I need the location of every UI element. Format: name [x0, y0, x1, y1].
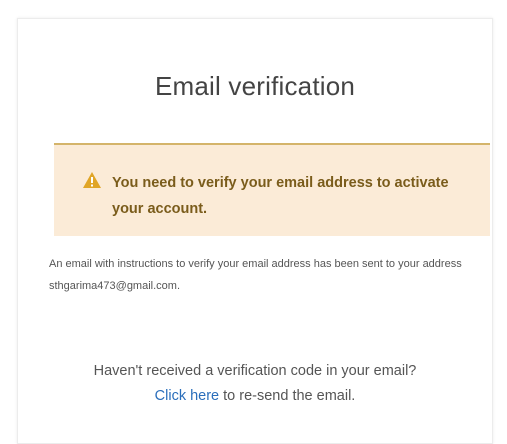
resend-suffix: to re-send the email. [219, 388, 356, 404]
verification-card: Email verification You need to verify yo… [17, 18, 493, 444]
alert-message: You need to verify your email address to… [112, 175, 449, 217]
info-message: An email with instructions to verify you… [49, 258, 462, 292]
warning-icon [83, 172, 101, 188]
resend-question: Haven't received a verification code in … [93, 363, 417, 379]
warning-alert: You need to verify your email address to… [54, 143, 490, 236]
page-title: Email verification [154, 71, 356, 101]
resend-line: Click here to re-send the email. [18, 384, 492, 409]
click-here-link[interactable]: Click here [155, 388, 219, 404]
resend-section: Haven't received a verification code in … [18, 359, 492, 409]
page: Email verification You need to verify yo… [0, 0, 507, 444]
